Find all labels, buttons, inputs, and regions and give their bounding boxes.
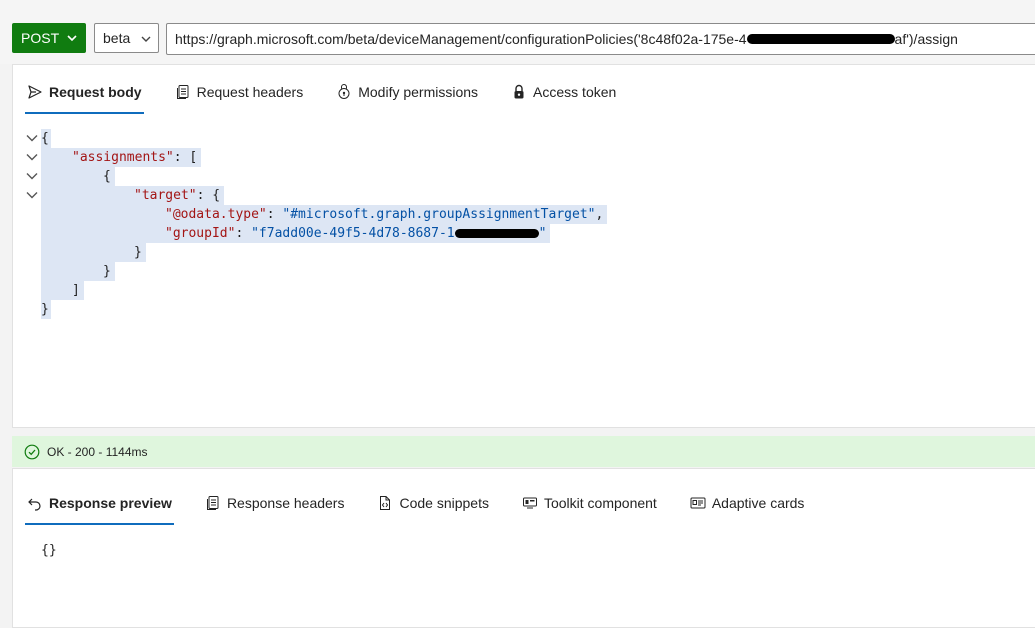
chevron-down-icon[interactable] [25, 169, 39, 183]
permissions-icon [338, 84, 350, 99]
tab-request-body[interactable]: Request body [25, 78, 144, 114]
tab-access-token[interactable]: Access token [511, 78, 616, 106]
document-icon [206, 496, 219, 510]
code-line: { [41, 129, 51, 148]
http-method-dropdown[interactable]: POST [12, 23, 86, 53]
tab-request-headers[interactable]: Request headers [175, 78, 303, 106]
code-line: } [41, 300, 51, 319]
code-line: ] [41, 281, 84, 300]
http-method-label: POST [21, 30, 60, 46]
tab-code-snippets[interactable]: Code snippets [377, 489, 489, 517]
card-icon [690, 497, 706, 509]
response-status-bar: OK - 200 - 1144ms [12, 436, 1035, 467]
response-body: {} [41, 543, 57, 558]
redaction-mark [746, 34, 895, 44]
chevron-down-icon[interactable] [25, 131, 39, 145]
response-tabs: Response preview Response headers Code s… [25, 489, 837, 525]
chevron-down-icon [141, 36, 151, 42]
code-line: "assignments": [ [41, 148, 202, 167]
lock-icon [514, 84, 524, 99]
response-panel: Response preview Response headers Code s… [12, 468, 1035, 628]
code-line: "groupId": "f7add00e-49f5-4d78-8687-1 " [41, 224, 551, 243]
url-text-start: https://graph.microsoft.com/beta/deviceM… [175, 31, 747, 47]
code-line: } [41, 243, 146, 262]
tab-modify-permissions[interactable]: Modify permissions [336, 78, 478, 106]
send-icon [28, 85, 42, 99]
document-icon [176, 85, 189, 99]
chevron-down-icon[interactable] [25, 150, 39, 164]
tab-toolkit-component[interactable]: Toolkit component [522, 489, 657, 517]
url-text-end: af')/assign [894, 31, 958, 47]
checkmark-circle-icon [24, 444, 40, 459]
chevron-down-icon[interactable] [25, 188, 39, 202]
chevron-down-icon [67, 35, 77, 42]
code-line: } [41, 262, 115, 281]
tab-response-preview[interactable]: Response preview [25, 489, 174, 525]
request-bar: POST beta https://graph.microsoft.com/be… [0, 0, 1035, 64]
code-line: "target": { [41, 186, 225, 205]
code-line: "@odata.type": "#microsoft.graph.groupAs… [41, 205, 608, 224]
request-url-input[interactable]: https://graph.microsoft.com/beta/deviceM… [166, 23, 1035, 55]
undo-icon [28, 498, 41, 511]
api-version-dropdown[interactable]: beta [94, 23, 159, 53]
code-line: { [41, 167, 115, 186]
status-text: OK - 200 - 1144ms [47, 444, 148, 459]
request-panel: Request body Request headers Modify perm… [12, 64, 1035, 428]
toolkit-icon [522, 497, 537, 509]
request-tabs: Request body Request headers Modify perm… [25, 78, 649, 114]
code-icon [380, 496, 391, 510]
tab-response-headers[interactable]: Response headers [205, 489, 344, 517]
tab-adaptive-cards[interactable]: Adaptive cards [690, 489, 804, 517]
api-version-label: beta [103, 30, 131, 46]
redaction-mark [454, 229, 539, 238]
